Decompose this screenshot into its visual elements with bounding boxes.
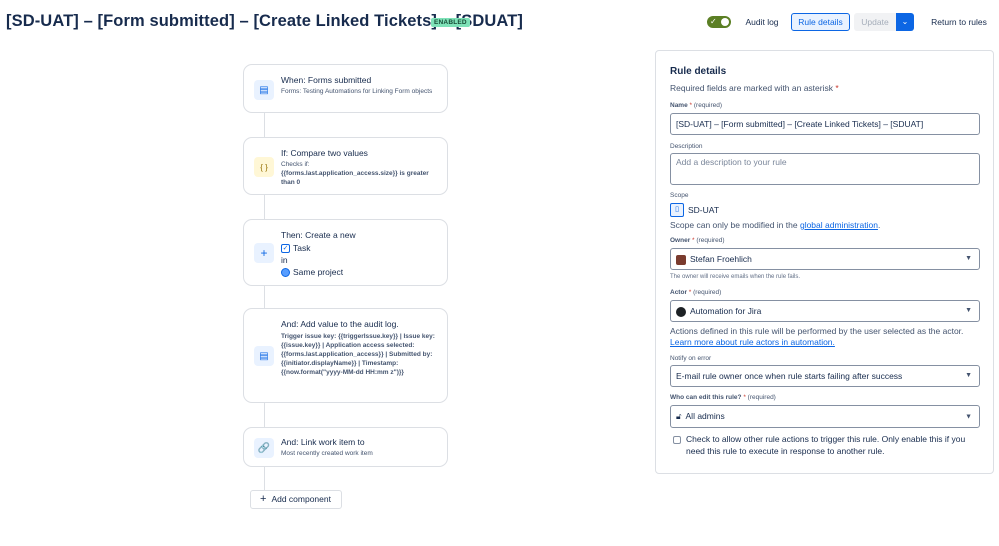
who-can-edit-select[interactable]: 🔓︎ All admins ▼ <box>670 405 980 428</box>
actor-value: Automation for Jira <box>690 306 762 316</box>
rule-actors-link[interactable]: Learn more about rule actors in automati… <box>670 337 835 347</box>
allow-trigger-checkbox[interactable] <box>673 436 681 444</box>
description-input[interactable]: Add a description to your rule <box>670 153 980 185</box>
audit-title: And: Add value to the audit log. <box>281 319 399 329</box>
name-input[interactable]: [SD-UAT] – [Form submitted] – [Create Li… <box>670 113 980 135</box>
project-icon: ▯ <box>670 203 684 217</box>
rule-enabled-toggle[interactable]: ✓ <box>707 16 731 28</box>
flow-connector <box>264 467 265 490</box>
project-icon <box>281 268 290 277</box>
trigger-title: When: Forms submitted <box>281 75 372 85</box>
owner-helper: The owner will receive emails when the r… <box>670 274 801 280</box>
scope-value-row: ▯ SD-UAT <box>670 203 719 217</box>
form-icon: ▤ <box>254 80 274 100</box>
audit-log-action-card[interactable]: ▤ And: Add value to the audit log. Trigg… <box>243 308 448 403</box>
check-icon: ✓ <box>710 17 717 26</box>
owner-value: Stefan Froehlich <box>690 254 752 264</box>
condition-braces-icon: { } <box>254 157 274 177</box>
trigger-card[interactable]: ▤ When: Forms submitted Forms: Testing A… <box>243 64 448 113</box>
condition-card[interactable]: { } If: Compare two values Checks if: {{… <box>243 137 448 195</box>
chevron-down-icon: ▼ <box>965 372 972 379</box>
automation-icon <box>676 306 686 317</box>
toggle-knob <box>721 18 729 26</box>
create-action-card[interactable]: + Then: Create a new ✓ Task in Same proj… <box>243 219 448 286</box>
task-icon: ✓ <box>281 244 290 253</box>
condition-detail: {{forms.last.application_access.size}} i… <box>281 170 429 186</box>
notify-label: Notify on error <box>670 355 712 362</box>
rule-details-button[interactable]: Rule details <box>791 13 850 31</box>
scope-note: Scope can only be modified in the global… <box>670 220 881 230</box>
chevron-down-icon: ▼ <box>965 413 972 420</box>
audit-detail: Trigger issue key: {{triggerIssue.key}} … <box>281 333 435 376</box>
create-title: Then: Create a new <box>281 230 356 240</box>
panel-title: Rule details <box>670 66 727 77</box>
page-header: [SD-UAT] – [Form submitted] – [Create Li… <box>0 0 999 46</box>
issue-type: Task <box>293 243 311 253</box>
chevron-down-icon: ⌄ <box>901 17 909 26</box>
name-label: Name * (required) <box>670 102 723 109</box>
required-note: Required fields are marked with an aster… <box>670 83 839 93</box>
add-component-label: Add component <box>271 494 331 504</box>
audit-log-button[interactable]: Audit log <box>740 13 784 31</box>
update-dropdown-button[interactable]: ⌄ <box>896 13 914 31</box>
update-button[interactable]: Update <box>854 13 896 31</box>
scope-value: SD-UAT <box>688 205 720 215</box>
project-name: Same project <box>293 267 344 277</box>
owner-label: Owner * (required) <box>670 237 725 244</box>
allow-trigger-label: Check to allow other rule actions to tri… <box>686 434 966 456</box>
actor-label: Actor * (required) <box>670 289 722 296</box>
owner-select[interactable]: Stefan Froehlich ▼ <box>670 248 980 270</box>
condition-title: If: Compare two values <box>281 148 368 158</box>
status-badge: ENABLED <box>431 18 470 27</box>
notify-select[interactable]: E-mail rule owner once when rule starts … <box>670 365 980 387</box>
plus-icon: + <box>254 243 274 263</box>
lock-icon: 🔓︎ <box>676 411 682 421</box>
who-can-edit-label: Who can edit this rule? * (required) <box>670 394 776 401</box>
actor-select[interactable]: Automation for Jira ▼ <box>670 300 980 322</box>
flow-connector <box>264 113 265 137</box>
link-action-card[interactable]: 🔗 And: Link work item to Most recently c… <box>243 427 448 467</box>
link-icon: 🔗 <box>254 438 274 458</box>
flow-connector <box>264 195 265 219</box>
in-label: in <box>281 255 288 265</box>
flow-connector <box>264 403 265 427</box>
description-label: Description <box>670 143 703 150</box>
flow-connector <box>264 286 265 308</box>
add-component-button[interactable]: + Add component <box>250 490 342 509</box>
link-subtitle: Most recently created work item <box>281 450 373 457</box>
actor-note: Actions defined in this rule will be per… <box>670 326 964 336</box>
condition-prefix: Checks if: <box>281 161 310 168</box>
plus-icon: + <box>260 493 267 505</box>
audit-log-icon: ▤ <box>254 346 274 366</box>
rule-details-panel: Rule details Required fields are marked … <box>655 50 994 474</box>
link-title: And: Link work item to <box>281 437 365 447</box>
global-administration-link[interactable]: global administration <box>800 220 878 230</box>
scope-label: Scope <box>670 192 689 199</box>
avatar <box>676 254 686 265</box>
notify-value: E-mail rule owner once when rule starts … <box>676 371 903 381</box>
return-to-rules-button[interactable]: Return to rules <box>926 13 992 31</box>
chevron-down-icon: ▼ <box>965 307 972 314</box>
who-can-edit-value: All admins <box>685 411 725 421</box>
trigger-subtitle: Forms: Testing Automations for Linking F… <box>281 88 433 95</box>
chevron-down-icon: ▼ <box>965 255 972 262</box>
